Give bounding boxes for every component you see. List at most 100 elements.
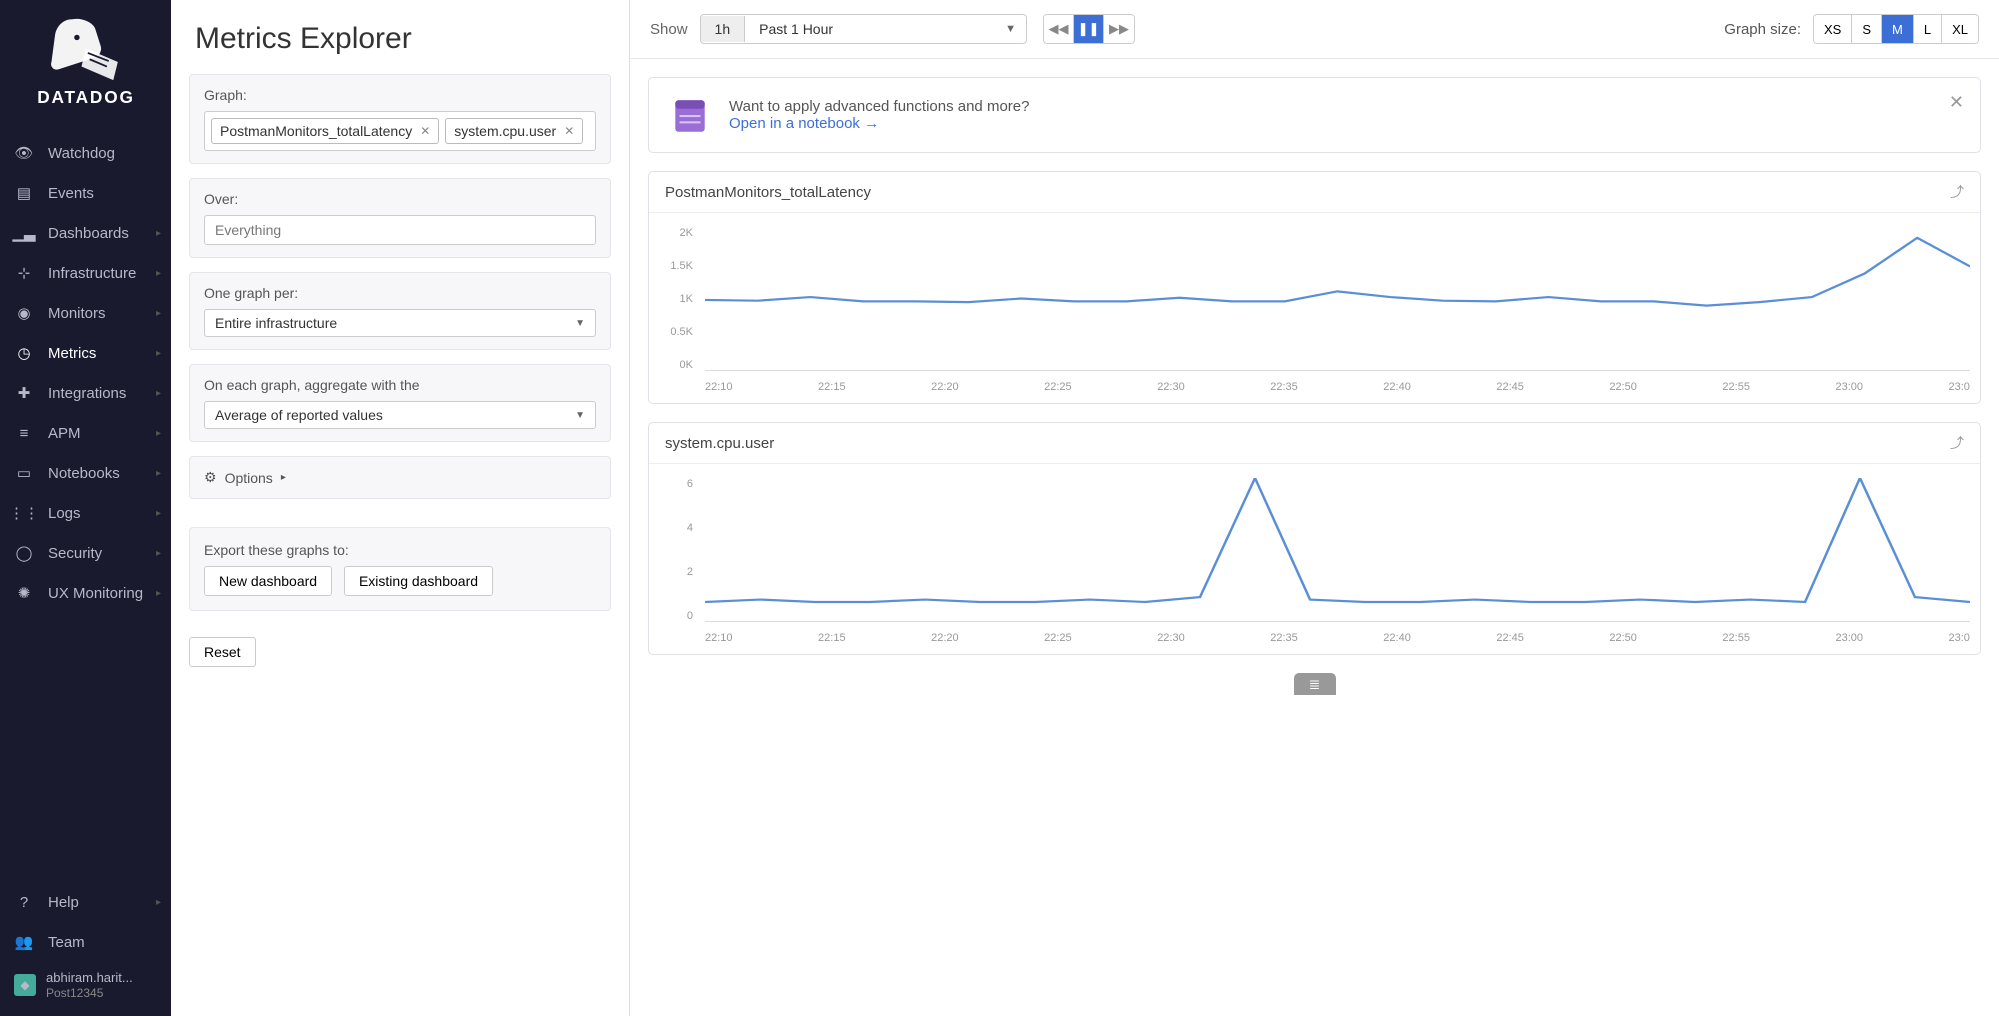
graph-tag-input[interactable]: PostmanMonitors_totalLatency ✕ system.cp… <box>204 111 596 151</box>
pause-button[interactable]: ❚❚ <box>1074 15 1104 43</box>
size-m-button[interactable]: M <box>1882 15 1914 43</box>
size-l-button[interactable]: L <box>1914 15 1942 43</box>
reset-button[interactable]: Reset <box>189 637 256 667</box>
one-graph-label: One graph per: <box>204 285 596 301</box>
sidebar-item-team[interactable]: 👥 Team <box>0 922 171 962</box>
existing-dashboard-button[interactable]: Existing dashboard <box>344 566 493 596</box>
content-scroll[interactable]: ✕ Want to apply advanced functions and m… <box>630 59 1999 1016</box>
aggregate-value: Average of reported values <box>215 407 383 423</box>
remove-tag-icon[interactable]: ✕ <box>420 124 430 138</box>
plot-area <box>705 478 1970 622</box>
step-forward-button[interactable]: ▶▶ <box>1104 15 1134 43</box>
open-notebook-link[interactable]: Open in a notebook → <box>729 115 1029 132</box>
sidebar-item-help[interactable]: ? Help ▸ <box>0 882 171 922</box>
avatar-icon: ◆ <box>14 974 36 996</box>
aggregate-section: On each graph, aggregate with the Averag… <box>189 364 611 442</box>
time-short: 1h <box>701 16 746 42</box>
caret-down-icon: ▼ <box>995 23 1026 35</box>
one-graph-section: One graph per: Entire infrastructure ▼ <box>189 272 611 350</box>
metric-tag[interactable]: system.cpu.user ✕ <box>445 118 583 144</box>
config-panel: Metrics Explorer Graph: PostmanMonitors_… <box>171 0 630 1016</box>
over-section: Over: Everything <box>189 178 611 258</box>
notebook-notice: ✕ Want to apply advanced functions and m… <box>648 77 1981 153</box>
sidebar-item-watchdog[interactable]: 👁 Watchdog <box>0 133 171 173</box>
sidebar-item-monitors[interactable]: ◉ Monitors ▸ <box>0 293 171 333</box>
graph-card: PostmanMonitors_totalLatency ⤴ 2K1.5K1K0… <box>648 171 1981 404</box>
help-icon: ? <box>14 892 34 912</box>
shield-icon: ◯ <box>14 543 34 563</box>
book-icon: ▭ <box>14 463 34 483</box>
metric-tag-label: PostmanMonitors_totalLatency <box>220 123 412 139</box>
over-input[interactable]: Everything <box>204 215 596 245</box>
datadog-logo-icon: DATADOG <box>26 12 146 112</box>
sidebar-footer: ? Help ▸ 👥 Team ◆ abhiram.harit... Post1… <box>0 882 171 1016</box>
chevron-right-icon: ▸ <box>156 508 161 519</box>
sidebar-item-label: Team <box>48 934 85 951</box>
close-icon[interactable]: ✕ <box>1949 92 1964 113</box>
sidebar-item-metrics[interactable]: ◷ Metrics ▸ <box>0 333 171 373</box>
ux-icon: ✺ <box>14 583 34 603</box>
bottom-drawer-handle[interactable]: ≣ <box>1294 673 1336 695</box>
sidebar-item-events[interactable]: ▤ Events <box>0 173 171 213</box>
y-axis-ticks: 2K1.5K1K0.5K0K <box>659 227 693 371</box>
sidebar-item-logs[interactable]: ⋮⋮ Logs ▸ <box>0 493 171 533</box>
sidebar-item-label: Dashboards <box>48 225 129 242</box>
gear-icon: ⚙ <box>204 469 217 486</box>
sidebar-item-label: Integrations <box>48 385 126 402</box>
options-toggle[interactable]: ⚙ Options ▸ <box>189 456 611 499</box>
size-s-button[interactable]: S <box>1852 15 1882 43</box>
page-title: Metrics Explorer <box>171 0 629 74</box>
sidebar-item-label: UX Monitoring <box>48 585 143 602</box>
graph-body[interactable]: 6420 22:1022:1522:2022:2522:3022:3522:40… <box>649 464 1980 654</box>
graph-label: Graph: <box>204 87 596 103</box>
user-block[interactable]: ◆ abhiram.harit... Post12345 <box>0 962 171 1008</box>
sidebar-item-notebooks[interactable]: ▭ Notebooks ▸ <box>0 453 171 493</box>
sidebar-item-ux-monitoring[interactable]: ✺ UX Monitoring ▸ <box>0 573 171 613</box>
main-content: Show 1h Past 1 Hour ▼ ◀◀ ❚❚ ▶▶ Graph siz… <box>630 0 1999 1016</box>
sidebar: DATADOG 👁 Watchdog ▤ Events ▁▃ Dashboard… <box>0 0 171 1016</box>
graph-size-label: Graph size: <box>1724 21 1801 38</box>
puzzle-icon: ✚ <box>14 383 34 403</box>
nav: 👁 Watchdog ▤ Events ▁▃ Dashboards ▸ ⊹ In… <box>0 133 171 882</box>
metric-tag-label: system.cpu.user <box>454 123 556 139</box>
sidebar-item-security[interactable]: ◯ Security ▸ <box>0 533 171 573</box>
user-org: Post12345 <box>46 986 133 1000</box>
metric-tag[interactable]: PostmanMonitors_totalLatency ✕ <box>211 118 439 144</box>
export-label: Export these graphs to: <box>204 542 596 558</box>
sidebar-item-label: Infrastructure <box>48 265 136 282</box>
graph-title: system.cpu.user <box>665 435 774 452</box>
size-xl-button[interactable]: XL <box>1942 15 1978 43</box>
export-icon[interactable]: ⤴ <box>1950 433 1964 453</box>
graph-size-buttons: XS S M L XL <box>1813 14 1979 44</box>
remove-tag-icon[interactable]: ✕ <box>564 124 574 138</box>
sidebar-item-label: Watchdog <box>48 145 115 162</box>
graph-card: system.cpu.user ⤴ 6420 22:1022:1522:2022… <box>648 422 1981 655</box>
sidebar-item-infrastructure[interactable]: ⊹ Infrastructure ▸ <box>0 253 171 293</box>
sidebar-item-label: Monitors <box>48 305 106 322</box>
chevron-right-icon: ▸ <box>156 548 161 559</box>
sidebar-item-integrations[interactable]: ✚ Integrations ▸ <box>0 373 171 413</box>
binoculars-icon: 👁 <box>14 143 34 163</box>
step-back-button[interactable]: ◀◀ <box>1044 15 1074 43</box>
notice-text: Want to apply advanced functions and mor… <box>729 98 1029 115</box>
one-graph-select[interactable]: Entire infrastructure ▼ <box>204 309 596 337</box>
logo[interactable]: DATADOG <box>0 0 171 133</box>
chevron-right-icon: ▸ <box>156 348 161 359</box>
sidebar-item-apm[interactable]: ≡ APM ▸ <box>0 413 171 453</box>
time-long: Past 1 Hour <box>745 16 995 42</box>
nodes-icon: ⊹ <box>14 263 34 283</box>
sidebar-item-dashboards[interactable]: ▁▃ Dashboards ▸ <box>0 213 171 253</box>
team-icon: 👥 <box>14 932 34 952</box>
aggregate-select[interactable]: Average of reported values ▼ <box>204 401 596 429</box>
plot-area <box>705 227 1970 371</box>
new-dashboard-button[interactable]: New dashboard <box>204 566 332 596</box>
size-xs-button[interactable]: XS <box>1814 15 1852 43</box>
export-icon[interactable]: ⤴ <box>1950 182 1964 202</box>
chevron-right-icon: ▸ <box>156 468 161 479</box>
time-range-picker[interactable]: 1h Past 1 Hour ▼ <box>700 14 1027 44</box>
graph-body[interactable]: 2K1.5K1K0.5K0K 22:1022:1522:2022:2522:30… <box>649 213 1980 403</box>
caret-down-icon: ▼ <box>575 410 585 421</box>
chevron-right-icon: ▸ <box>156 897 161 908</box>
gauge-icon: ◷ <box>14 343 34 363</box>
sidebar-item-label: Help <box>48 894 79 911</box>
